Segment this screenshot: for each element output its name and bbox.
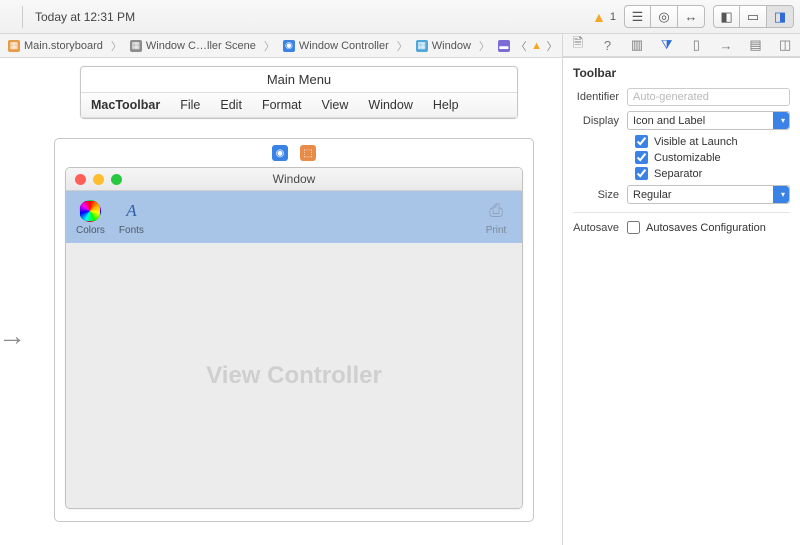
display-label: Display <box>573 115 627 127</box>
assistant-editor-button[interactable]: ◎ <box>651 5 678 28</box>
menu-item-edit[interactable]: Edit <box>210 93 252 117</box>
window-preview[interactable]: Window Colors A Fonts ⎙ Print <box>65 167 523 509</box>
menu-bar: MacToolbar File Edit Format View Window … <box>81 93 517 118</box>
window-controller-object[interactable]: ◉ ⬚ Window Colors <box>54 138 534 522</box>
customizable-checkbox[interactable]: Customizable <box>635 151 790 164</box>
printer-icon: ⎙ <box>484 199 508 223</box>
panel-visibility-segment[interactable]: ◧ ▭ ◨ <box>713 5 794 28</box>
version-editor-button[interactable]: ↔ <box>678 5 705 28</box>
autosave-label: Autosave <box>573 222 627 234</box>
menu-item-help[interactable]: Help <box>423 93 469 117</box>
window-controller-icon[interactable]: ◉ <box>272 145 288 161</box>
main-menu-title: Main Menu <box>81 67 517 93</box>
bottom-panel-button[interactable]: ▭ <box>740 5 767 28</box>
jump-bar: ▦Main.storyboard〉 ▦Window C…ller Scene〉 … <box>0 34 800 58</box>
left-panel-button[interactable]: ◧ <box>713 5 740 28</box>
scene-dock: ◉ ⬚ <box>55 139 533 167</box>
status-area: Today at 12:31 PM <box>6 6 143 28</box>
colorwheel-icon <box>78 199 102 223</box>
identifier-field[interactable] <box>627 88 790 106</box>
main-menu-object[interactable]: Main Menu MacToolbar File Edit Format Vi… <box>80 66 518 119</box>
crumb-window[interactable]: ▦Window〉 <box>412 38 494 54</box>
warning-icon[interactable]: ▲ <box>531 40 542 52</box>
menu-item-file[interactable]: File <box>170 93 210 117</box>
inspector-header: Toolbar <box>573 66 790 80</box>
crumb-toolbar[interactable]: ▬Toolbar <box>494 40 511 52</box>
window-title: Window <box>66 172 522 186</box>
crumb-controller[interactable]: ◉Window Controller〉 <box>279 38 412 54</box>
toolbar-item-print[interactable]: ⎙ Print <box>484 199 508 236</box>
editor-mode-segment[interactable]: ☰ ◎ ↔ <box>624 5 705 28</box>
window-titlebar: Window <box>66 168 522 191</box>
help-inspector-tab[interactable]: ? <box>598 36 616 54</box>
attributes-inspector-tab[interactable]: ⧩ <box>658 36 676 54</box>
visible-checkbox[interactable]: Visible at Launch <box>635 135 790 148</box>
toolbar-item-colors[interactable]: Colors <box>76 199 105 236</box>
toolbar-item-fonts[interactable]: A Fonts <box>119 199 144 236</box>
warning-badge[interactable]: ▲ 1 <box>592 9 616 25</box>
menu-item-format[interactable]: Format <box>252 93 312 117</box>
connections-inspector-tab[interactable]: → <box>717 36 735 54</box>
forward-button[interactable]: 〉 <box>542 35 562 57</box>
window-content: View Controller <box>66 243 522 508</box>
font-icon: A <box>119 199 143 223</box>
right-panel-button[interactable]: ◨ <box>767 5 794 28</box>
window-toolbar[interactable]: Colors A Fonts ⎙ Print <box>66 191 522 243</box>
identifier-label: Identifier <box>573 91 627 103</box>
file-inspector-tab[interactable]: 🗎 <box>569 36 587 54</box>
bindings-inspector-tab[interactable]: ▤ <box>747 36 765 54</box>
standard-editor-button[interactable]: ☰ <box>624 5 651 28</box>
display-select[interactable]: Icon and Label▾ <box>627 111 790 130</box>
back-button[interactable]: 〈 <box>511 35 531 57</box>
attributes-inspector: Toolbar Identifier Display Icon and Labe… <box>562 58 800 545</box>
identity-inspector-tab[interactable]: ▥ <box>628 36 646 54</box>
status-text: Today at 12:31 PM <box>35 10 135 24</box>
size-label: Size <box>573 189 627 201</box>
crumb-storyboard[interactable]: ▦Main.storyboard〉 <box>4 38 126 54</box>
first-responder-icon[interactable]: ⬚ <box>300 145 316 161</box>
size-inspector-tab[interactable]: ▯ <box>687 36 705 54</box>
effects-inspector-tab[interactable]: ◫ <box>776 36 794 54</box>
crumb-scene[interactable]: ▦Window C…ller Scene〉 <box>126 38 279 54</box>
inspector-tab-bar: 🗎 ? ▥ ⧩ ▯ → ▤ ◫ <box>562 34 800 57</box>
jump-bar-nav: 〈 ▲ 〉 <box>511 34 562 57</box>
warning-icon: ▲ <box>592 9 606 25</box>
entry-arrow-icon: → <box>0 320 26 352</box>
breadcrumbs[interactable]: ▦Main.storyboard〉 ▦Window C…ller Scene〉 … <box>0 34 511 57</box>
top-toolbar: Today at 12:31 PM ▲ 1 ☰ ◎ ↔ ◧ ▭ ◨ <box>0 0 800 34</box>
separator-checkbox[interactable]: Separator <box>635 167 790 180</box>
interface-builder-canvas[interactable]: → Main Menu MacToolbar File Edit Format … <box>0 58 562 545</box>
size-select[interactable]: Regular▾ <box>627 185 790 204</box>
view-controller-placeholder: View Controller <box>206 362 382 390</box>
autosave-checkbox[interactable]: Autosaves Configuration <box>627 221 766 234</box>
menu-item-app[interactable]: MacToolbar <box>81 93 170 117</box>
menu-item-window[interactable]: Window <box>358 93 422 117</box>
menu-item-view[interactable]: View <box>312 93 359 117</box>
